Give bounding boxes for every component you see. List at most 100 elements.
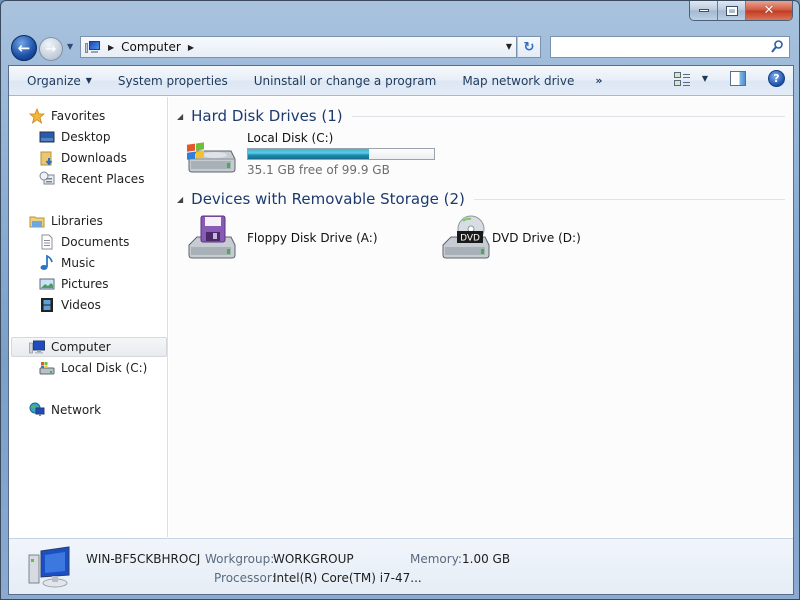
group-title: Hard Disk Drives (1): [191, 107, 343, 125]
computer-icon: [28, 546, 70, 588]
group-divider: [351, 115, 785, 117]
sidebar-item-downloads[interactable]: Downloads: [39, 148, 127, 168]
drive-local-disk-c[interactable]: Local Disk (C:) 35.1 GB free of 99.9 GB: [185, 131, 445, 183]
sidebar-item-label: Recent Places: [61, 172, 145, 186]
back-arrow-icon: ←: [17, 39, 31, 57]
map-network-drive-button[interactable]: Map network drive: [449, 69, 587, 93]
sidebar-item-local-disk-c[interactable]: Local Disk (C:): [39, 358, 147, 378]
group-header-removable-storage[interactable]: ◢ Devices with Removable Storage (2): [177, 190, 785, 208]
drive-name: Local Disk (C:): [247, 131, 334, 145]
drive-floppy-a[interactable]: Floppy Disk Drive (A:): [185, 215, 415, 265]
breadcrumb-separator-icon[interactable]: ▶: [108, 43, 114, 52]
dvd-drive-icon: DVD: [442, 215, 490, 259]
sidebar-item-label: Videos: [61, 298, 101, 312]
content-area: ◢ Hard Disk Drives (1) Local Disk (C:) 3…: [169, 97, 793, 537]
recent-pages-dropdown[interactable]: ▼: [67, 42, 73, 51]
close-button[interactable]: ✕: [746, 1, 792, 20]
sidebar-item-videos[interactable]: Videos: [39, 295, 101, 315]
memory-value: 1.00 GB: [462, 552, 511, 566]
back-button[interactable]: ←: [11, 35, 37, 61]
star-icon: [29, 108, 45, 124]
sidebar-item-label: Network: [51, 403, 102, 417]
sidebar-item-favorites[interactable]: Favorites: [29, 106, 105, 126]
computer-icon: [29, 340, 45, 354]
computer-name: WIN-BF5CKBHROCJ: [86, 552, 201, 566]
navigation-bar: ← → ▼ ▶ Computer ▶ ▼ ↻: [9, 34, 795, 62]
change-view-icon[interactable]: [673, 71, 692, 87]
window-controls: ✕: [689, 1, 793, 21]
sidebar-item-label: Desktop: [61, 130, 111, 144]
details-pane: WIN-BF5CKBHROCJ Workgroup: WORKGROUP Mem…: [9, 538, 793, 594]
drive-free-space: 35.1 GB free of 99.9 GB: [247, 163, 390, 177]
minimize-icon: [698, 9, 709, 12]
windows-hard-disk-icon: [187, 142, 236, 173]
sidebar-item-network[interactable]: Network: [29, 400, 101, 420]
libraries-icon: [29, 216, 45, 228]
preview-pane-icon[interactable]: [730, 71, 746, 86]
sidebar-item-recent-places[interactable]: Recent Places: [39, 169, 144, 189]
floppy-drive-icon: [188, 215, 236, 259]
sidebar-item-desktop[interactable]: Desktop: [39, 127, 111, 147]
breadcrumb-computer[interactable]: Computer: [121, 40, 181, 54]
search-box[interactable]: [550, 36, 790, 58]
drive-name: DVD Drive (D:): [492, 231, 581, 245]
toolbar-right: ▼ ?: [673, 70, 785, 87]
group-header-hard-disk-drives[interactable]: ◢ Hard Disk Drives (1): [177, 107, 785, 125]
memory-label: Memory:: [410, 552, 462, 566]
refresh-button[interactable]: ↻: [517, 36, 541, 58]
search-icon[interactable]: [771, 40, 783, 54]
workgroup-label: Workgroup:: [205, 552, 275, 566]
drive-dvd-d[interactable]: DVD DVD Drive (D:): [439, 215, 669, 265]
drive-name: Floppy Disk Drive (A:): [247, 231, 378, 245]
collapse-group-icon[interactable]: ◢: [177, 112, 183, 121]
disk-usage-bar: [247, 148, 435, 160]
uninstall-program-button[interactable]: Uninstall or change a program: [241, 69, 450, 93]
chevron-down-icon: ▼: [85, 76, 92, 85]
music-icon: [40, 255, 53, 270]
command-toolbar: Organize ▼ System properties Uninstall o…: [9, 66, 793, 96]
computer-icon: [85, 40, 101, 54]
sidebar-item-label: Music: [61, 256, 96, 270]
desktop-icon: [39, 131, 55, 143]
group-divider: [473, 198, 785, 200]
organize-label: Organize: [27, 73, 81, 88]
disk-usage-fill: [248, 149, 369, 159]
more-commands-button[interactable]: »: [587, 74, 610, 87]
organize-button[interactable]: Organize ▼: [9, 69, 105, 93]
minimize-button[interactable]: [690, 1, 718, 20]
sidebar-item-music[interactable]: Music: [39, 253, 95, 273]
sidebar-item-label: Libraries: [51, 214, 103, 228]
explorer-window: ✕ ← → ▼ ▶ Computer ▶ ▼ ↻ Organize ▼ Syst…: [0, 0, 800, 600]
documents-icon: [41, 234, 53, 250]
sidebar-item-label: Local Disk (C:): [61, 361, 148, 375]
view-options-dropdown[interactable]: ▼: [702, 74, 708, 83]
network-icon: [29, 402, 45, 416]
system-properties-button[interactable]: System properties: [105, 69, 241, 93]
forward-arrow-icon: →: [45, 41, 57, 57]
explorer-pane: Organize ▼ System properties Uninstall o…: [8, 65, 794, 595]
breadcrumb-separator-icon[interactable]: ▶: [188, 43, 194, 52]
maximize-button[interactable]: [718, 1, 746, 20]
recent-places-icon: [39, 171, 55, 185]
address-bar[interactable]: ▶ Computer ▶ ▼: [80, 36, 517, 58]
navigation-pane: Favorites Desktop Downloads Recent Place…: [9, 97, 168, 537]
chevron-down-icon: ▼: [67, 42, 74, 51]
sidebar-item-documents[interactable]: Documents: [39, 232, 129, 252]
collapse-group-icon[interactable]: ◢: [177, 195, 183, 204]
sidebar-item-label: Downloads: [61, 151, 127, 165]
sidebar-item-label: Favorites: [51, 109, 106, 123]
windows-hard-disk-icon: [39, 362, 55, 375]
videos-icon: [41, 298, 53, 312]
sidebar-item-libraries[interactable]: Libraries: [29, 211, 103, 231]
processor-label: Processor:: [214, 571, 276, 585]
forward-button[interactable]: →: [39, 37, 63, 61]
search-input[interactable]: [551, 37, 761, 57]
workgroup-value: WORKGROUP: [273, 552, 354, 566]
processor-value: Intel(R) Core(TM) i7-47...: [273, 571, 422, 585]
sidebar-item-computer[interactable]: Computer: [11, 337, 167, 357]
address-dropdown-button[interactable]: ▼: [506, 42, 512, 51]
help-icon[interactable]: ?: [768, 70, 785, 87]
sidebar-item-pictures[interactable]: Pictures: [39, 274, 109, 294]
downloads-folder-icon: [40, 151, 53, 166]
close-icon: ✕: [763, 3, 775, 18]
